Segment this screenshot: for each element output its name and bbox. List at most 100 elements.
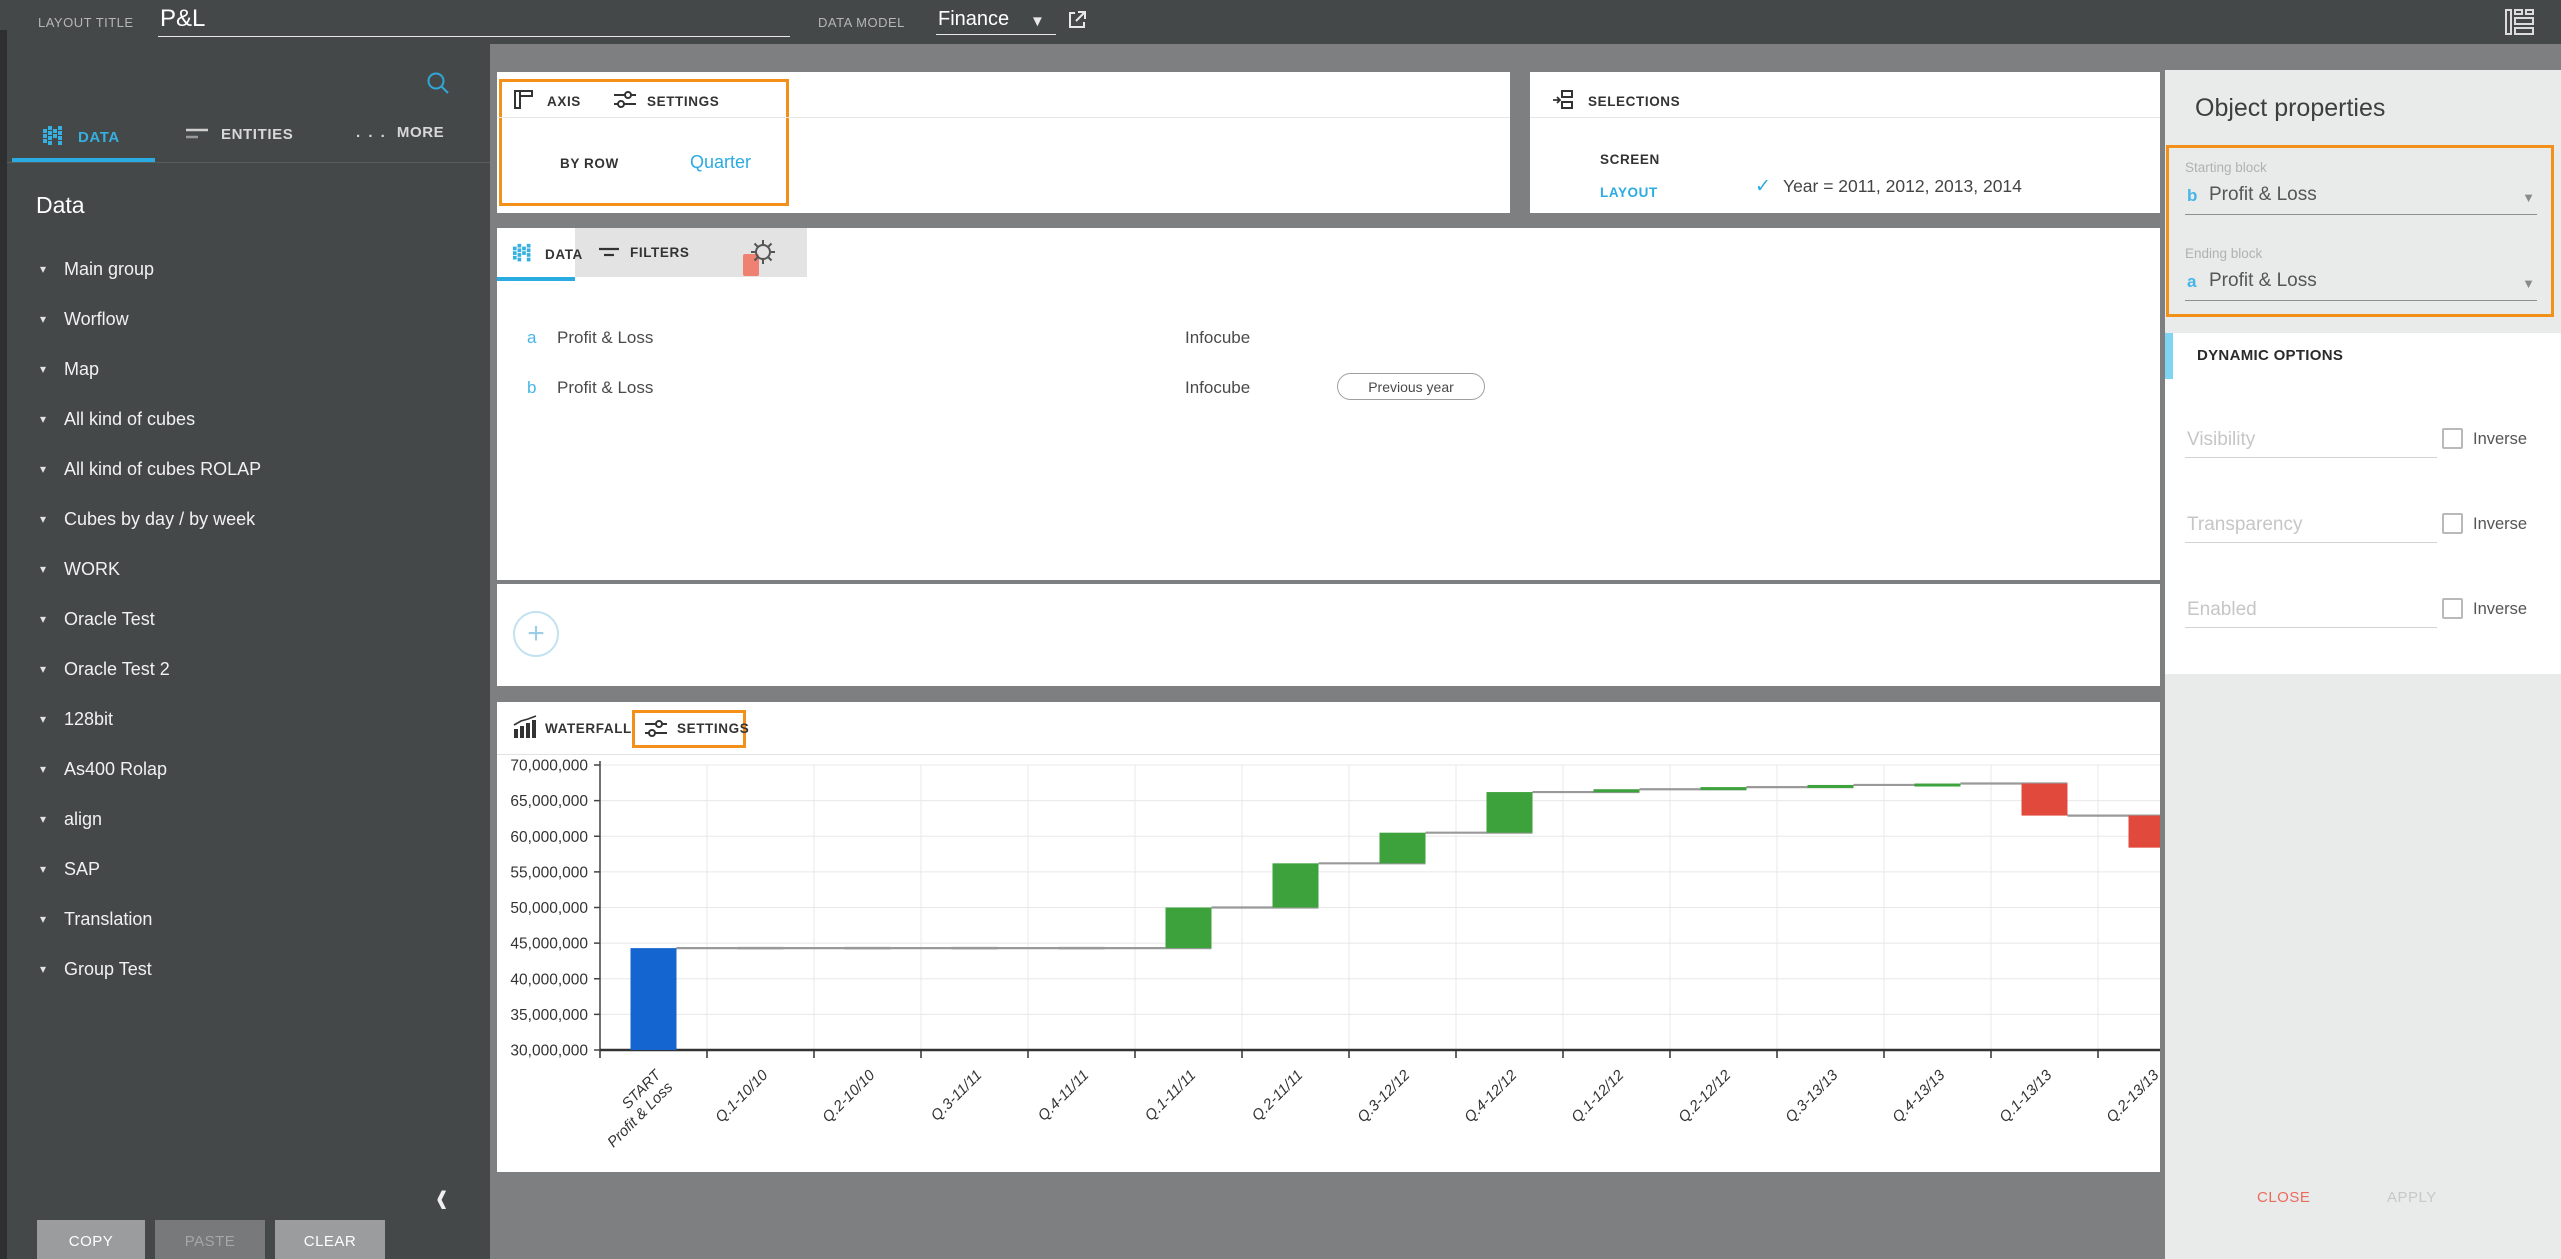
waterfall-settings-label[interactable]: SETTINGS: [677, 721, 749, 736]
sidebar-group-item[interactable]: ▾128bit: [0, 694, 490, 744]
svg-text:Q.2-10/10: Q.2-10/10: [819, 1066, 879, 1126]
svg-text:Q.1-12/12: Q.1-12/12: [1568, 1066, 1628, 1126]
expand-triangle-icon[interactable]: ▾: [40, 862, 64, 876]
expand-triangle-icon[interactable]: ▾: [40, 912, 64, 926]
paste-button[interactable]: PASTE: [155, 1220, 265, 1259]
by-row-value[interactable]: Quarter: [690, 152, 751, 173]
by-row-label: BY ROW: [560, 156, 619, 171]
ending-block-label: Ending block: [2185, 246, 2262, 261]
previous-year-chip[interactable]: Previous year: [1337, 373, 1485, 400]
svg-text:Q.1-10/10: Q.1-10/10: [712, 1066, 772, 1126]
layout-view-icon[interactable]: [2505, 8, 2535, 36]
expand-triangle-icon[interactable]: ▾: [40, 812, 64, 826]
inverse-checkbox[interactable]: [2442, 513, 2463, 534]
sidebar-group-item[interactable]: ▾Oracle Test 2: [0, 644, 490, 694]
gear-icon[interactable]: [747, 236, 779, 268]
blocks-highlight-box: Starting block b Profit & Loss ▼ Ending …: [2166, 145, 2554, 317]
open-external-icon[interactable]: [1066, 9, 1088, 31]
sidebar-group-item[interactable]: ▾WORK: [0, 544, 490, 594]
inverse-label: Inverse: [2473, 600, 2527, 619]
axis-icon: [512, 88, 536, 112]
layout-title-label: LAYOUT TITLE: [38, 15, 134, 30]
selections-layout-tab[interactable]: LAYOUT: [1600, 185, 1658, 200]
sidebar-tab-more[interactable]: . . . MORE: [356, 124, 444, 141]
expand-triangle-icon[interactable]: ▾: [40, 562, 64, 576]
axis-settings-tab-label[interactable]: SETTINGS: [647, 94, 719, 109]
expand-triangle-icon[interactable]: ▾: [40, 312, 64, 326]
dynamic-option-row: Inverse: [2165, 500, 2561, 560]
expand-triangle-icon[interactable]: ▾: [40, 362, 64, 376]
sidebar-group-item[interactable]: ▾Cubes by day / by week: [0, 494, 490, 544]
expand-triangle-icon[interactable]: ▾: [40, 462, 64, 476]
sidebar-group-label: Translation: [64, 909, 152, 930]
block-letter: b: [527, 378, 536, 398]
sidebar-group-item[interactable]: ▾Group Test: [0, 944, 490, 994]
expand-triangle-icon[interactable]: ▾: [40, 762, 64, 776]
data-block-row[interactable]: aProfit & LossInfocube: [497, 316, 2160, 366]
close-button[interactable]: CLOSE: [2251, 1188, 2316, 1207]
sidebar-tab-data[interactable]: DATA: [42, 124, 120, 150]
expand-triangle-icon[interactable]: ▾: [40, 712, 64, 726]
dynamic-options-header: DYNAMIC OPTIONS: [2165, 333, 2561, 379]
svg-text:55,000,000: 55,000,000: [510, 864, 588, 881]
divider: [1530, 117, 2160, 118]
tab-filters[interactable]: FILTERS: [597, 242, 689, 262]
svg-text:Q.1-13/13: Q.1-13/13: [1996, 1066, 2056, 1126]
transparency-input[interactable]: [2185, 514, 2437, 543]
svg-text:Q.3-11/11: Q.3-11/11: [928, 1067, 986, 1125]
layout-title-input[interactable]: [158, 5, 790, 37]
sidebar-group-label: 128bit: [64, 709, 113, 730]
data-blocks-panel: DATA FILTERS aProfit & LossInfocubebProf…: [497, 228, 2160, 580]
chevron-down-icon: ▼: [2522, 190, 2535, 205]
axis-highlight-box: [499, 79, 789, 206]
sidebar-tab-entities[interactable]: ENTITIES: [185, 124, 293, 144]
sidebar-group-label: Cubes by day / by week: [64, 509, 255, 530]
sidebar-group-item[interactable]: ▾All kind of cubes: [0, 394, 490, 444]
selections-panel: SELECTIONS SCREEN LAYOUT ✓ Year = 2011, …: [1530, 72, 2160, 213]
sidebar-group-item[interactable]: ▾align: [0, 794, 490, 844]
expand-triangle-icon[interactable]: ▾: [40, 612, 64, 626]
starting-block-select[interactable]: b Profit & Loss ▼: [2185, 184, 2537, 215]
sidebar-group-item[interactable]: ▾Main group: [0, 244, 490, 294]
inverse-checkbox[interactable]: [2442, 598, 2463, 619]
waterfall-panel: WATERFALL SETTINGS 30,000,00035,000,0004…: [497, 702, 2160, 1172]
sidebar-group-item[interactable]: ▾Worflow: [0, 294, 490, 344]
clear-button[interactable]: CLEAR: [275, 1220, 385, 1259]
copy-button[interactable]: COPY: [37, 1220, 145, 1259]
tab-data[interactable]: DATA: [512, 242, 583, 266]
inverse-checkbox[interactable]: [2442, 428, 2463, 449]
sidebar-group-item[interactable]: ▾As400 Rolap: [0, 744, 490, 794]
expand-triangle-icon[interactable]: ▾: [40, 412, 64, 426]
ending-block-select[interactable]: a Profit & Loss ▼: [2185, 270, 2537, 301]
sidebar-group-item[interactable]: ▾All kind of cubes ROLAP: [0, 444, 490, 494]
sidebar-group-label: All kind of cubes: [64, 409, 195, 430]
expand-triangle-icon[interactable]: ▾: [40, 962, 64, 976]
sidebar-group-item[interactable]: ▾SAP: [0, 844, 490, 894]
divider: [497, 117, 1510, 118]
expand-triangle-icon[interactable]: ▾: [40, 662, 64, 676]
inverse-label: Inverse: [2473, 430, 2527, 449]
filter-icon: [597, 242, 621, 262]
axis-tab-label[interactable]: AXIS: [547, 94, 581, 109]
visibility-input[interactable]: [2185, 429, 2437, 458]
sidebar-group-item[interactable]: ▾Translation: [0, 894, 490, 944]
sidebar-group-label: SAP: [64, 859, 100, 880]
selections-screen-tab[interactable]: SCREEN: [1600, 152, 1660, 167]
sliders-settings-icon: [644, 718, 668, 740]
data-block-row[interactable]: bProfit & LossInfocubePrevious year: [497, 366, 2160, 416]
sidebar-group-item[interactable]: ▾Oracle Test: [0, 594, 490, 644]
apply-button[interactable]: APPLY: [2381, 1188, 2443, 1207]
search-icon[interactable]: [425, 70, 451, 96]
expand-triangle-icon[interactable]: ▾: [40, 512, 64, 526]
data-cube-icon: [512, 242, 536, 266]
sidebar-group-item[interactable]: ▾Map: [0, 344, 490, 394]
properties-title: Object properties: [2195, 94, 2385, 123]
svg-text:Q.1-11/11: Q.1-11/11: [1142, 1067, 1200, 1125]
active-tab-underline: [12, 158, 155, 162]
sidebar-tab-data-label: DATA: [78, 129, 120, 146]
add-block-button[interactable]: +: [513, 611, 559, 657]
expand-triangle-icon[interactable]: ▾: [40, 262, 64, 276]
enabled-input[interactable]: [2185, 599, 2437, 628]
svg-text:45,000,000: 45,000,000: [510, 936, 588, 953]
sidebar-group-label: Group Test: [64, 959, 152, 980]
